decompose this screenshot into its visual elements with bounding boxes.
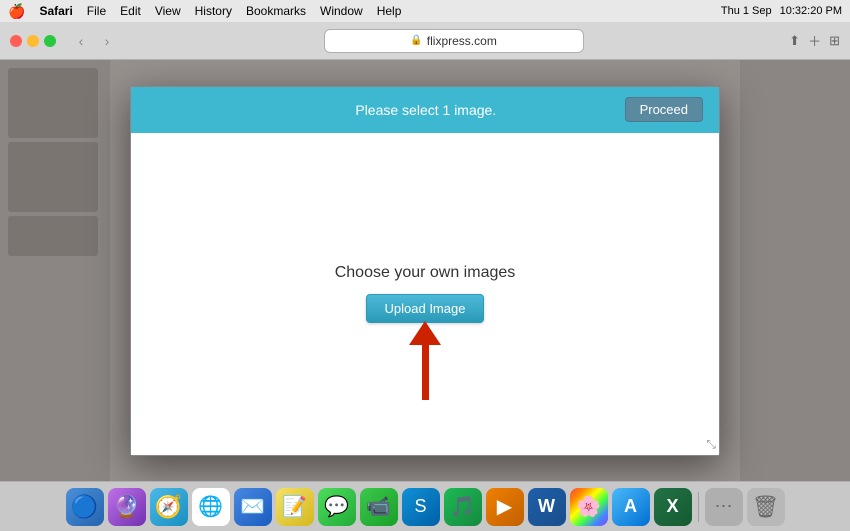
menubar-right: Thu 1 Sep 10:32:20 PM: [721, 5, 842, 17]
forward-button[interactable]: ›: [96, 30, 118, 52]
arrow-shaft: [422, 345, 429, 400]
menu-help[interactable]: Help: [377, 4, 402, 18]
address-bar[interactable]: 🔒 flixpress.com: [324, 29, 584, 53]
dock-mail[interactable]: ✉️: [234, 488, 272, 526]
menu-file[interactable]: File: [87, 4, 106, 18]
modal-dialog: Please select 1 image. Proceed Choose yo…: [130, 86, 720, 456]
dock-facetime[interactable]: 📹: [360, 488, 398, 526]
arrow-annotation: [409, 321, 441, 400]
proceed-button[interactable]: Proceed: [625, 97, 703, 122]
browser-right-icons: ⬆ ＋ ⊞: [789, 31, 840, 50]
dock-siri[interactable]: 🔮: [108, 488, 146, 526]
choose-images-text: Choose your own images: [335, 264, 516, 282]
dock-skype[interactable]: S: [402, 488, 440, 526]
browser-toolbar: ‹ › 🔒 flixpress.com ⬆ ＋ ⊞: [0, 22, 850, 60]
arrow-head: [409, 321, 441, 345]
dock: 🔵 🔮 🧭 🌐 ✉️ 📝 💬 📹 S 🎵 ▶ W 🌸 A X ⋯ 🗑: [0, 481, 850, 531]
menu-safari[interactable]: Safari: [39, 4, 72, 18]
menu-items: Safari File Edit View History Bookmarks …: [39, 4, 401, 18]
menu-view[interactable]: View: [155, 4, 181, 18]
modal-body: Choose your own images Upload Image: [131, 133, 719, 455]
dock-vlc[interactable]: ▶: [486, 488, 524, 526]
dock-chrome[interactable]: 🌐: [192, 488, 230, 526]
browser-content: Please select 1 image. Proceed Choose yo…: [0, 60, 850, 481]
resize-handle[interactable]: ⤡: [706, 437, 716, 452]
new-tab-icon[interactable]: ＋: [808, 31, 821, 50]
lock-icon: 🔒: [410, 35, 422, 46]
menubar-time: 10:32:20 PM: [780, 5, 842, 17]
menu-edit[interactable]: Edit: [120, 4, 141, 18]
dock-photos[interactable]: 🌸: [570, 488, 608, 526]
dock-appstore[interactable]: A: [612, 488, 650, 526]
menubar-date: Thu 1 Sep: [721, 5, 772, 17]
address-bar-container: 🔒 flixpress.com: [126, 29, 781, 53]
menu-bookmarks[interactable]: Bookmarks: [246, 4, 306, 18]
back-button[interactable]: ‹: [70, 30, 92, 52]
modal-overlay: Please select 1 image. Proceed Choose yo…: [0, 60, 850, 481]
dock-spotify[interactable]: 🎵: [444, 488, 482, 526]
close-button[interactable]: [10, 35, 22, 47]
dock-word[interactable]: W: [528, 488, 566, 526]
dock-more[interactable]: ⋯: [705, 488, 743, 526]
dock-messages[interactable]: 💬: [318, 488, 356, 526]
menu-window[interactable]: Window: [320, 4, 363, 18]
sidebar-icon[interactable]: ⊞: [829, 33, 840, 49]
dock-trash[interactable]: 🗑: [747, 488, 785, 526]
menubar: 🍎 Safari File Edit View History Bookmark…: [0, 0, 850, 22]
modal-header: Please select 1 image. Proceed: [131, 87, 719, 133]
fullscreen-button[interactable]: [44, 35, 56, 47]
dock-finder[interactable]: 🔵: [66, 488, 104, 526]
dock-excel[interactable]: X: [654, 488, 692, 526]
nav-buttons: ‹ ›: [70, 30, 118, 52]
minimize-button[interactable]: [27, 35, 39, 47]
dock-notes[interactable]: 📝: [276, 488, 314, 526]
apple-menu[interactable]: 🍎: [8, 3, 25, 20]
url-text: flixpress.com: [427, 34, 497, 48]
dock-divider: [698, 492, 699, 522]
dock-safari[interactable]: 🧭: [150, 488, 188, 526]
share-icon[interactable]: ⬆: [789, 33, 800, 49]
traffic-lights: [10, 35, 56, 47]
menu-history[interactable]: History: [195, 4, 232, 18]
modal-title: Please select 1 image.: [227, 102, 625, 118]
upload-image-button[interactable]: Upload Image: [366, 294, 485, 323]
